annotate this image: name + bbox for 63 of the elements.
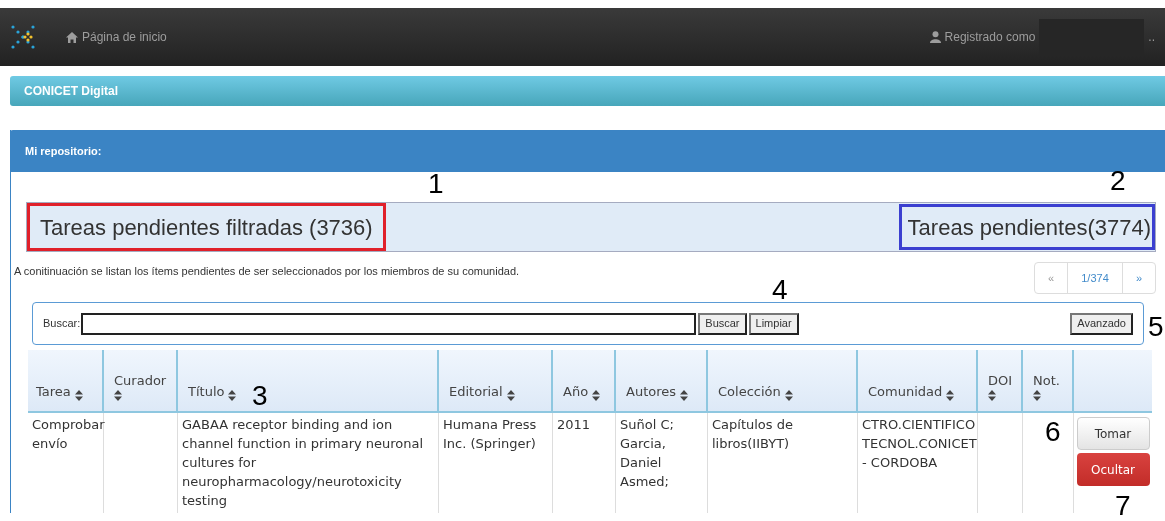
- column-label: Colección: [718, 382, 781, 401]
- hide-button[interactable]: Ocultar: [1076, 453, 1150, 486]
- column-label: Curador: [114, 371, 167, 390]
- column-label: Año: [563, 382, 589, 401]
- sort-icon: [680, 390, 688, 401]
- user-icon: [929, 31, 941, 43]
- column-header[interactable]: Editorial: [439, 350, 553, 411]
- page-indicator: 1/374: [1068, 263, 1123, 293]
- sort-icon: [946, 390, 955, 401]
- home-link[interactable]: Página de inicio: [66, 28, 167, 46]
- annotation-number: 7: [1115, 492, 1131, 520]
- annotation-number: 4: [772, 276, 788, 304]
- column-header[interactable]: Curador: [104, 350, 178, 411]
- column-header[interactable]: DOI: [978, 350, 1023, 411]
- user-label: Registrado como: [944, 29, 1036, 46]
- annotation-number: 3: [252, 382, 268, 410]
- search-field[interactable]: [81, 312, 697, 335]
- table-cell: Comprobar envío: [32, 417, 105, 451]
- sort-icon: [74, 390, 83, 401]
- sort-icon: [592, 390, 601, 401]
- annotation-number: 2: [1110, 167, 1126, 195]
- advanced-button[interactable]: Avanzado: [1070, 312, 1133, 335]
- user-suffix: ..: [1148, 29, 1155, 46]
- sort-icon: [1033, 390, 1041, 401]
- column-label: Tarea: [36, 382, 71, 401]
- table-cell: Humana Press Inc. (Springer): [443, 417, 537, 451]
- column-header[interactable]: Autores: [616, 350, 708, 411]
- description-text: A conitinuación se listan los ítems pendientes de ser seleccionados por los miembros de su comunidad.: [14, 264, 520, 279]
- total-heading: Tareas pendientes(3774): [898, 204, 1155, 250]
- column-header[interactable]: Comunidad: [858, 350, 978, 411]
- filtered-heading: Tareas pendientes filtradas (3736): [27, 203, 386, 251]
- column-header[interactable]: Tarea: [28, 350, 104, 411]
- home-icon: [66, 31, 78, 43]
- table-cell: 2011: [557, 417, 591, 432]
- sort-icon: [228, 390, 237, 401]
- search-action-button[interactable]: Limpiar: [748, 312, 799, 335]
- sort-icon: [506, 390, 515, 401]
- search-label: Buscar:: [43, 316, 81, 332]
- next-page-link[interactable]: »: [1123, 263, 1155, 293]
- column-label: Comunidad: [868, 382, 943, 401]
- table-cell: CTRO.CIENTIFICO TECNOL.CONICET - CORDOBA: [862, 417, 977, 470]
- column-header[interactable]: Not.: [1023, 350, 1074, 411]
- table-cell: GABAA receptor binding and ion channel function in primary neuronal cultures for neuropharmacology/neurotoxicity testing: [182, 417, 424, 508]
- table-cell: Suñol C; Garcia, Daniel Asmed;: [620, 417, 674, 489]
- search-action-button[interactable]: Buscar: [698, 312, 747, 335]
- sort-icon: [988, 390, 996, 401]
- annotation-number: 6: [1045, 418, 1061, 446]
- table-cell: Capítulos de libros(IIBYT): [712, 417, 793, 451]
- sort-icon: [784, 390, 793, 401]
- sort-icon: [114, 390, 122, 401]
- panel-title: Mi repositorio:: [25, 143, 102, 159]
- logo-icon[interactable]: [10, 24, 36, 50]
- annotation-number: 1: [428, 170, 444, 198]
- take-button[interactable]: Tomar: [1076, 417, 1150, 450]
- column-label: Editorial: [449, 382, 503, 401]
- column-header[interactable]: Colección: [708, 350, 858, 411]
- column-label: Autores: [626, 382, 676, 401]
- column-label: Not.: [1033, 371, 1060, 390]
- column-label: Título: [188, 382, 225, 401]
- breadcrumb-text: CONICET Digital: [24, 83, 118, 100]
- column-label: DOI: [988, 371, 1013, 390]
- annotation-number: 5: [1148, 313, 1164, 341]
- column-header[interactable]: Año: [553, 350, 616, 411]
